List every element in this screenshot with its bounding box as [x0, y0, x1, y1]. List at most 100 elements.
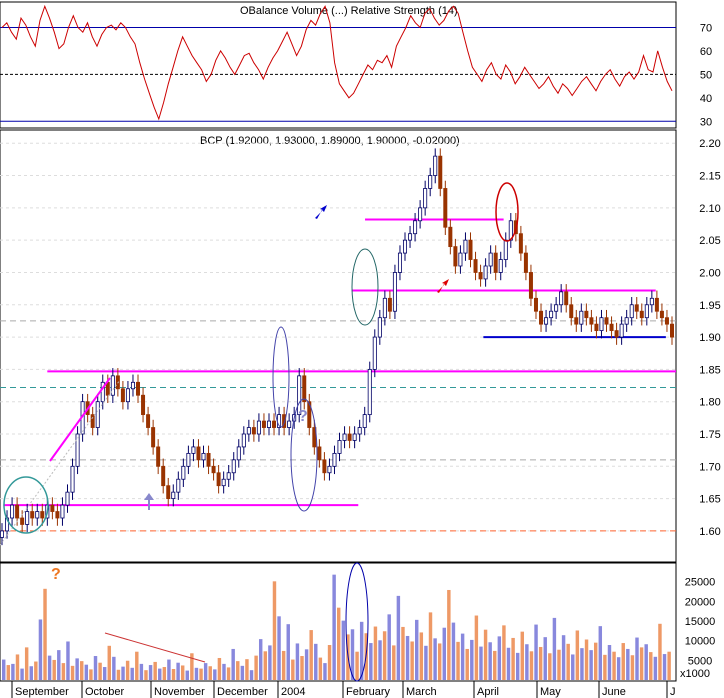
volume-bar — [213, 669, 217, 680]
rsi-title: OBalance Volume (...) Relative Strength … — [240, 5, 458, 17]
volume-bar — [112, 656, 116, 680]
x-tick-label: March — [406, 686, 437, 698]
volume-bar — [203, 663, 208, 680]
volume-bar — [465, 648, 469, 680]
price-tick-label: 1.90 — [699, 332, 720, 344]
volume-bar — [162, 667, 167, 680]
rsi-tick-label: 60 — [700, 46, 712, 58]
volume-tick-label: 10000 — [685, 636, 716, 648]
volume-bar — [6, 665, 11, 680]
volume-bar — [309, 630, 313, 680]
volume-bar — [515, 652, 520, 680]
volume-bar — [107, 645, 111, 680]
volume-bar — [419, 632, 424, 680]
volume-bar — [442, 627, 446, 680]
volume-bar — [43, 588, 47, 680]
x-tick-label: June — [602, 686, 626, 698]
volume-bar — [548, 653, 552, 680]
volume-bar — [593, 642, 598, 680]
volume-bar — [66, 641, 70, 680]
volume-bar — [584, 639, 589, 680]
volume-bar — [575, 630, 580, 680]
price-tick-label: 1.70 — [699, 461, 720, 473]
volume-bar — [603, 654, 607, 680]
volume-bar — [20, 668, 24, 680]
volume-bar — [373, 626, 378, 680]
volume-bar — [295, 643, 300, 680]
volume-bar — [525, 644, 529, 680]
price-tick-label: 1.95 — [699, 300, 720, 312]
rsi-tick-label: 50 — [700, 69, 712, 81]
volume-bar — [98, 662, 102, 680]
volume-bar — [382, 631, 387, 680]
price-tick-label: 1.60 — [699, 526, 720, 538]
volume-bar — [236, 661, 240, 680]
price-tick-label: 2.10 — [699, 203, 720, 215]
volume-bar — [222, 663, 226, 680]
volume-bar — [456, 641, 460, 680]
x-tick-label: May — [540, 686, 561, 698]
volume-tick-label: 5000 — [688, 655, 712, 667]
volume-bar — [410, 641, 414, 680]
volume-bar — [392, 645, 396, 680]
volume-bar — [323, 663, 327, 680]
price-tick-label: 1.80 — [699, 397, 720, 409]
volume-bar — [24, 647, 29, 680]
volume-bar — [644, 644, 648, 680]
volume-bar — [153, 661, 157, 680]
x-tick-label: September — [15, 686, 69, 698]
volume-bar — [667, 651, 671, 680]
volume-bar — [488, 642, 492, 680]
volume-bar — [15, 654, 20, 680]
question-mark-price: ? — [298, 408, 308, 425]
volume-bar — [158, 668, 162, 680]
volume-bar — [460, 633, 465, 680]
volume-bar — [171, 668, 176, 680]
volume-bar — [630, 655, 635, 680]
volume-bar — [148, 665, 153, 680]
volume-bar — [470, 639, 474, 680]
volume-bar — [38, 619, 43, 680]
volume-bar — [451, 622, 456, 680]
volume-bar — [263, 651, 268, 680]
volume-bar — [258, 639, 263, 680]
volume-bar — [84, 664, 89, 680]
volume-unit-label: x1000 — [680, 668, 710, 680]
volume-bar — [529, 651, 534, 680]
volume-tick-label: 20000 — [685, 596, 716, 608]
volume-bar — [57, 650, 61, 680]
volume-bar — [180, 665, 185, 680]
volume-bar — [607, 645, 612, 680]
volume-bar — [11, 663, 15, 680]
volume-bar — [277, 616, 281, 680]
price-tick-label: 2.20 — [699, 138, 720, 150]
x-tick-label: October — [85, 686, 124, 698]
volume-bar — [369, 643, 373, 680]
volume-bar — [300, 656, 304, 680]
volume-bar — [658, 623, 662, 680]
volume-bar — [341, 620, 346, 680]
volume-bar — [428, 612, 433, 680]
volume-bar — [208, 666, 212, 680]
volume-bar — [437, 643, 442, 680]
volume-bar — [566, 643, 570, 680]
rsi-tick-label: 40 — [700, 93, 712, 105]
volume-bar — [511, 637, 515, 680]
volume-bar — [561, 635, 566, 680]
price-tick-label: 1.75 — [699, 429, 720, 441]
rsi-tick-label: 70 — [700, 22, 712, 34]
volume-bar — [337, 607, 341, 680]
candlestick — [367, 361, 372, 423]
volume-bar — [479, 646, 483, 680]
volume-bar — [506, 647, 511, 680]
volume-bar — [245, 659, 249, 680]
volume-bar — [47, 655, 52, 680]
volume-bar — [70, 665, 75, 680]
volume-bar — [598, 626, 603, 680]
volume-bar — [543, 637, 547, 680]
volume-bar — [93, 656, 98, 680]
volume-bar — [474, 615, 479, 680]
volume-bar — [639, 647, 644, 680]
volume-bar — [415, 619, 419, 680]
rsi-tick-label: 30 — [700, 116, 712, 128]
